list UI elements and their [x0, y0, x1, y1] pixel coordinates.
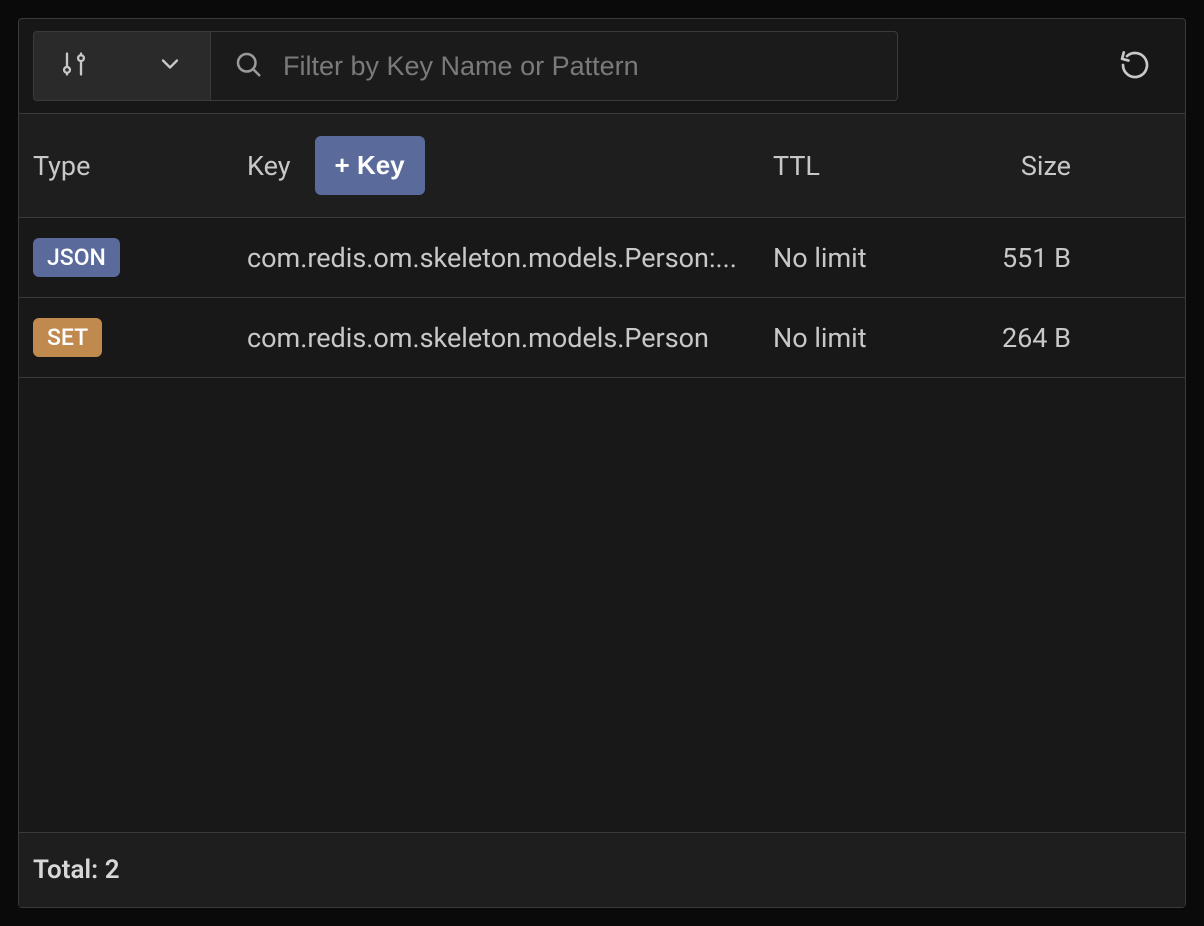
- type-badge: JSON: [33, 238, 120, 277]
- toolbar: [19, 19, 1185, 114]
- sliders-icon: [60, 50, 88, 82]
- search-input[interactable]: [283, 51, 875, 82]
- header-ttl: TTL: [773, 150, 967, 182]
- filter-type-dropdown[interactable]: [33, 31, 210, 101]
- table-body: JSON com.redis.om.skeleton.models.Person…: [19, 218, 1185, 832]
- ttl-value: No limit: [773, 322, 867, 354]
- header-type: Type: [33, 150, 247, 182]
- header-size: Size: [967, 150, 1171, 182]
- table-row[interactable]: SET com.redis.om.skeleton.models.Person …: [19, 298, 1185, 378]
- key-name: com.redis.om.skeleton.models.Person: [247, 322, 709, 354]
- type-badge: SET: [33, 318, 102, 357]
- footer-total: Total: 2: [19, 832, 1185, 907]
- add-key-button[interactable]: + Key: [315, 136, 425, 195]
- key-name: com.redis.om.skeleton.models.Person:...: [247, 242, 737, 274]
- header-key: Key + Key: [247, 136, 773, 195]
- table-row[interactable]: JSON com.redis.om.skeleton.models.Person…: [19, 218, 1185, 298]
- size-value: 551 B: [1002, 242, 1071, 274]
- header-key-label: Key: [247, 150, 291, 182]
- keys-panel: Type Key + Key TTL Size JSON com.redis.o…: [18, 18, 1186, 908]
- search-icon: [233, 49, 263, 83]
- table-header: Type Key + Key TTL Size: [19, 114, 1185, 218]
- ttl-value: No limit: [773, 242, 867, 274]
- chevron-down-icon: [156, 50, 184, 82]
- size-value: 264 B: [1002, 322, 1071, 354]
- refresh-button[interactable]: [1109, 39, 1171, 94]
- refresh-icon: [1119, 69, 1151, 84]
- search-wrap: [210, 31, 898, 101]
